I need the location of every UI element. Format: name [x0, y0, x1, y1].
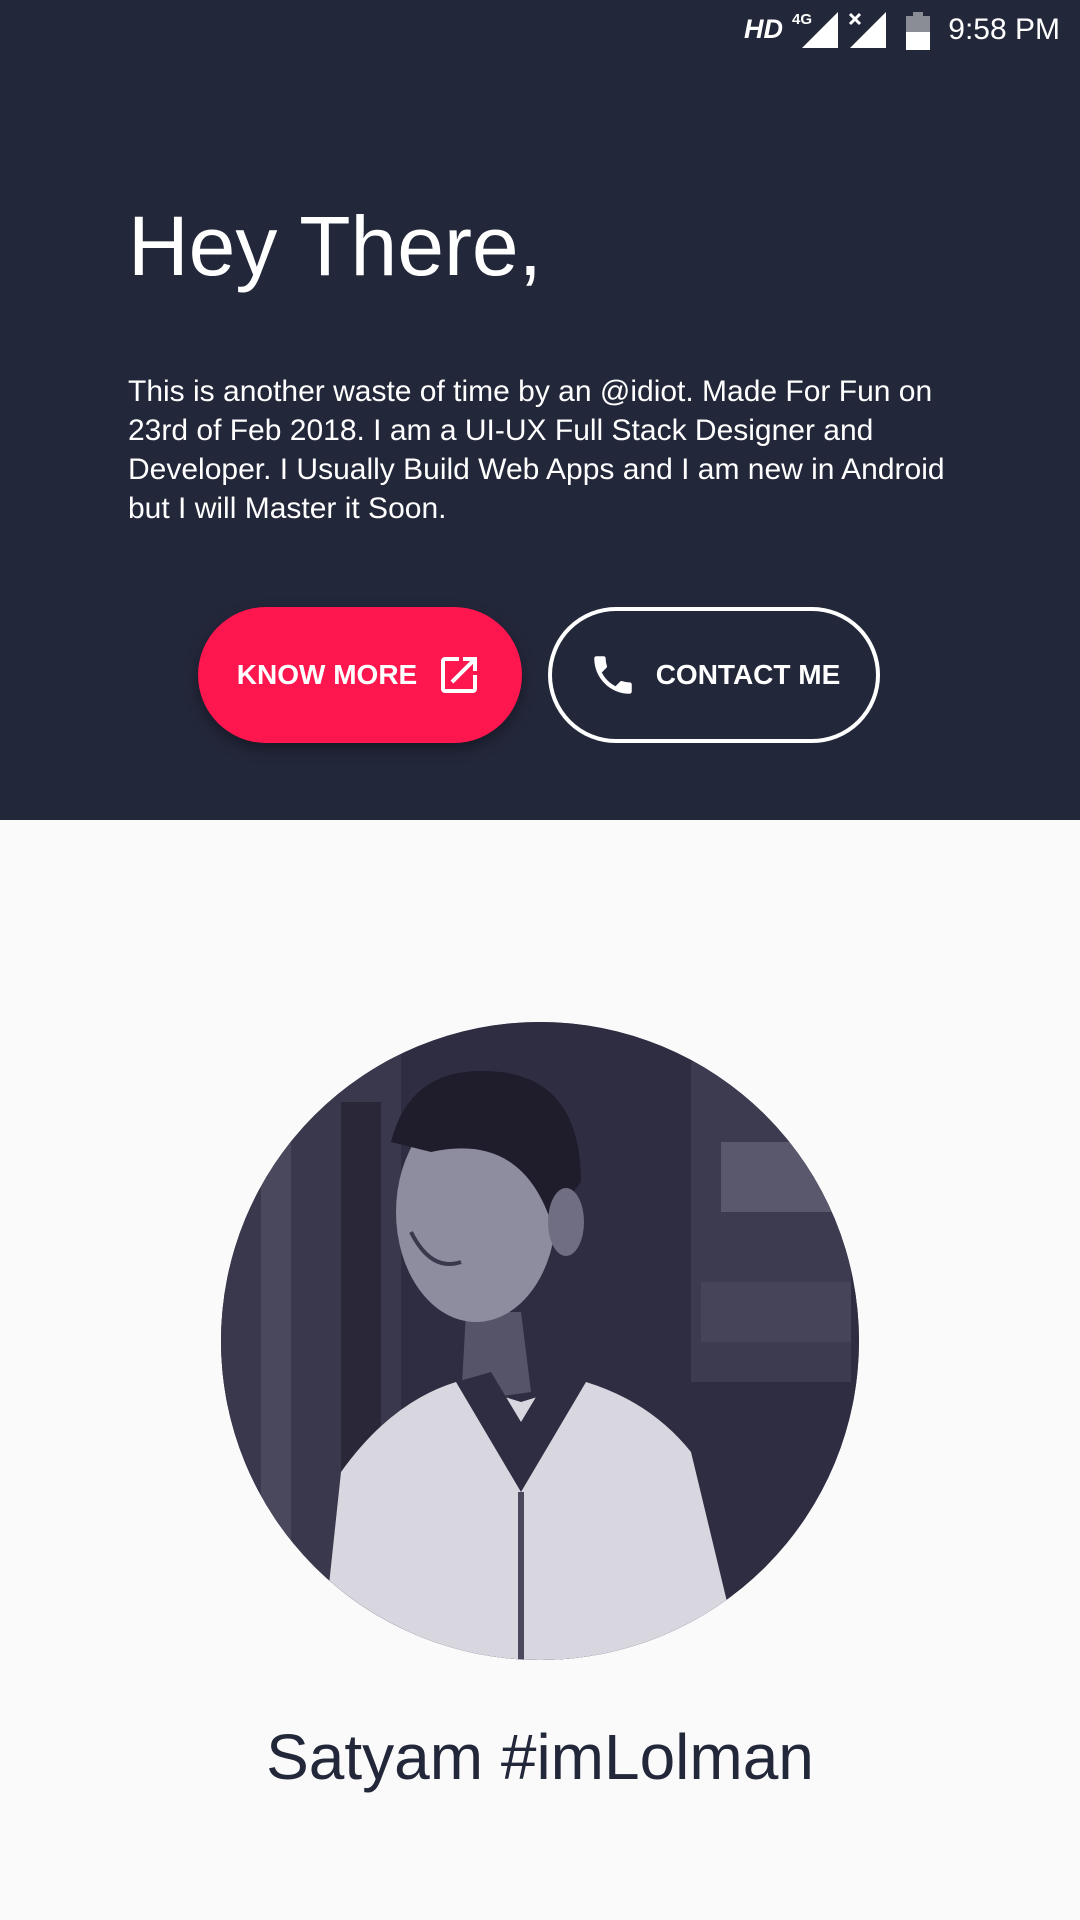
clock: 9:58 PM — [948, 13, 1060, 46]
signal-icon — [802, 12, 838, 48]
battery-icon — [906, 12, 930, 50]
intro-text: This is another waste of time by an @idi… — [128, 375, 945, 525]
page-title: Hey There, — [128, 199, 542, 293]
open-in-new-icon — [435, 651, 483, 699]
signal-no-service-icon — [848, 12, 886, 48]
status-bar: HD 4G 9:58 PM — [0, 0, 1080, 60]
phone-icon — [588, 650, 638, 700]
know-more-label: KNOW MORE — [236, 659, 418, 690]
profile-section: Satyam #imLolman — [0, 820, 1080, 1920]
contact-me-button[interactable]: CONTACT ME — [548, 607, 880, 743]
hero-section: HD 4G 9:58 PM Hey There, This is another… — [0, 0, 1080, 820]
hd-indicator: HD — [744, 14, 783, 44]
avatar — [221, 1022, 859, 1660]
contact-me-label: CONTACT ME — [655, 659, 841, 690]
profile-name: Satyam #imLolman — [266, 1721, 814, 1793]
profile-photo — [221, 1022, 859, 1660]
know-more-button[interactable]: KNOW MORE — [198, 607, 522, 743]
